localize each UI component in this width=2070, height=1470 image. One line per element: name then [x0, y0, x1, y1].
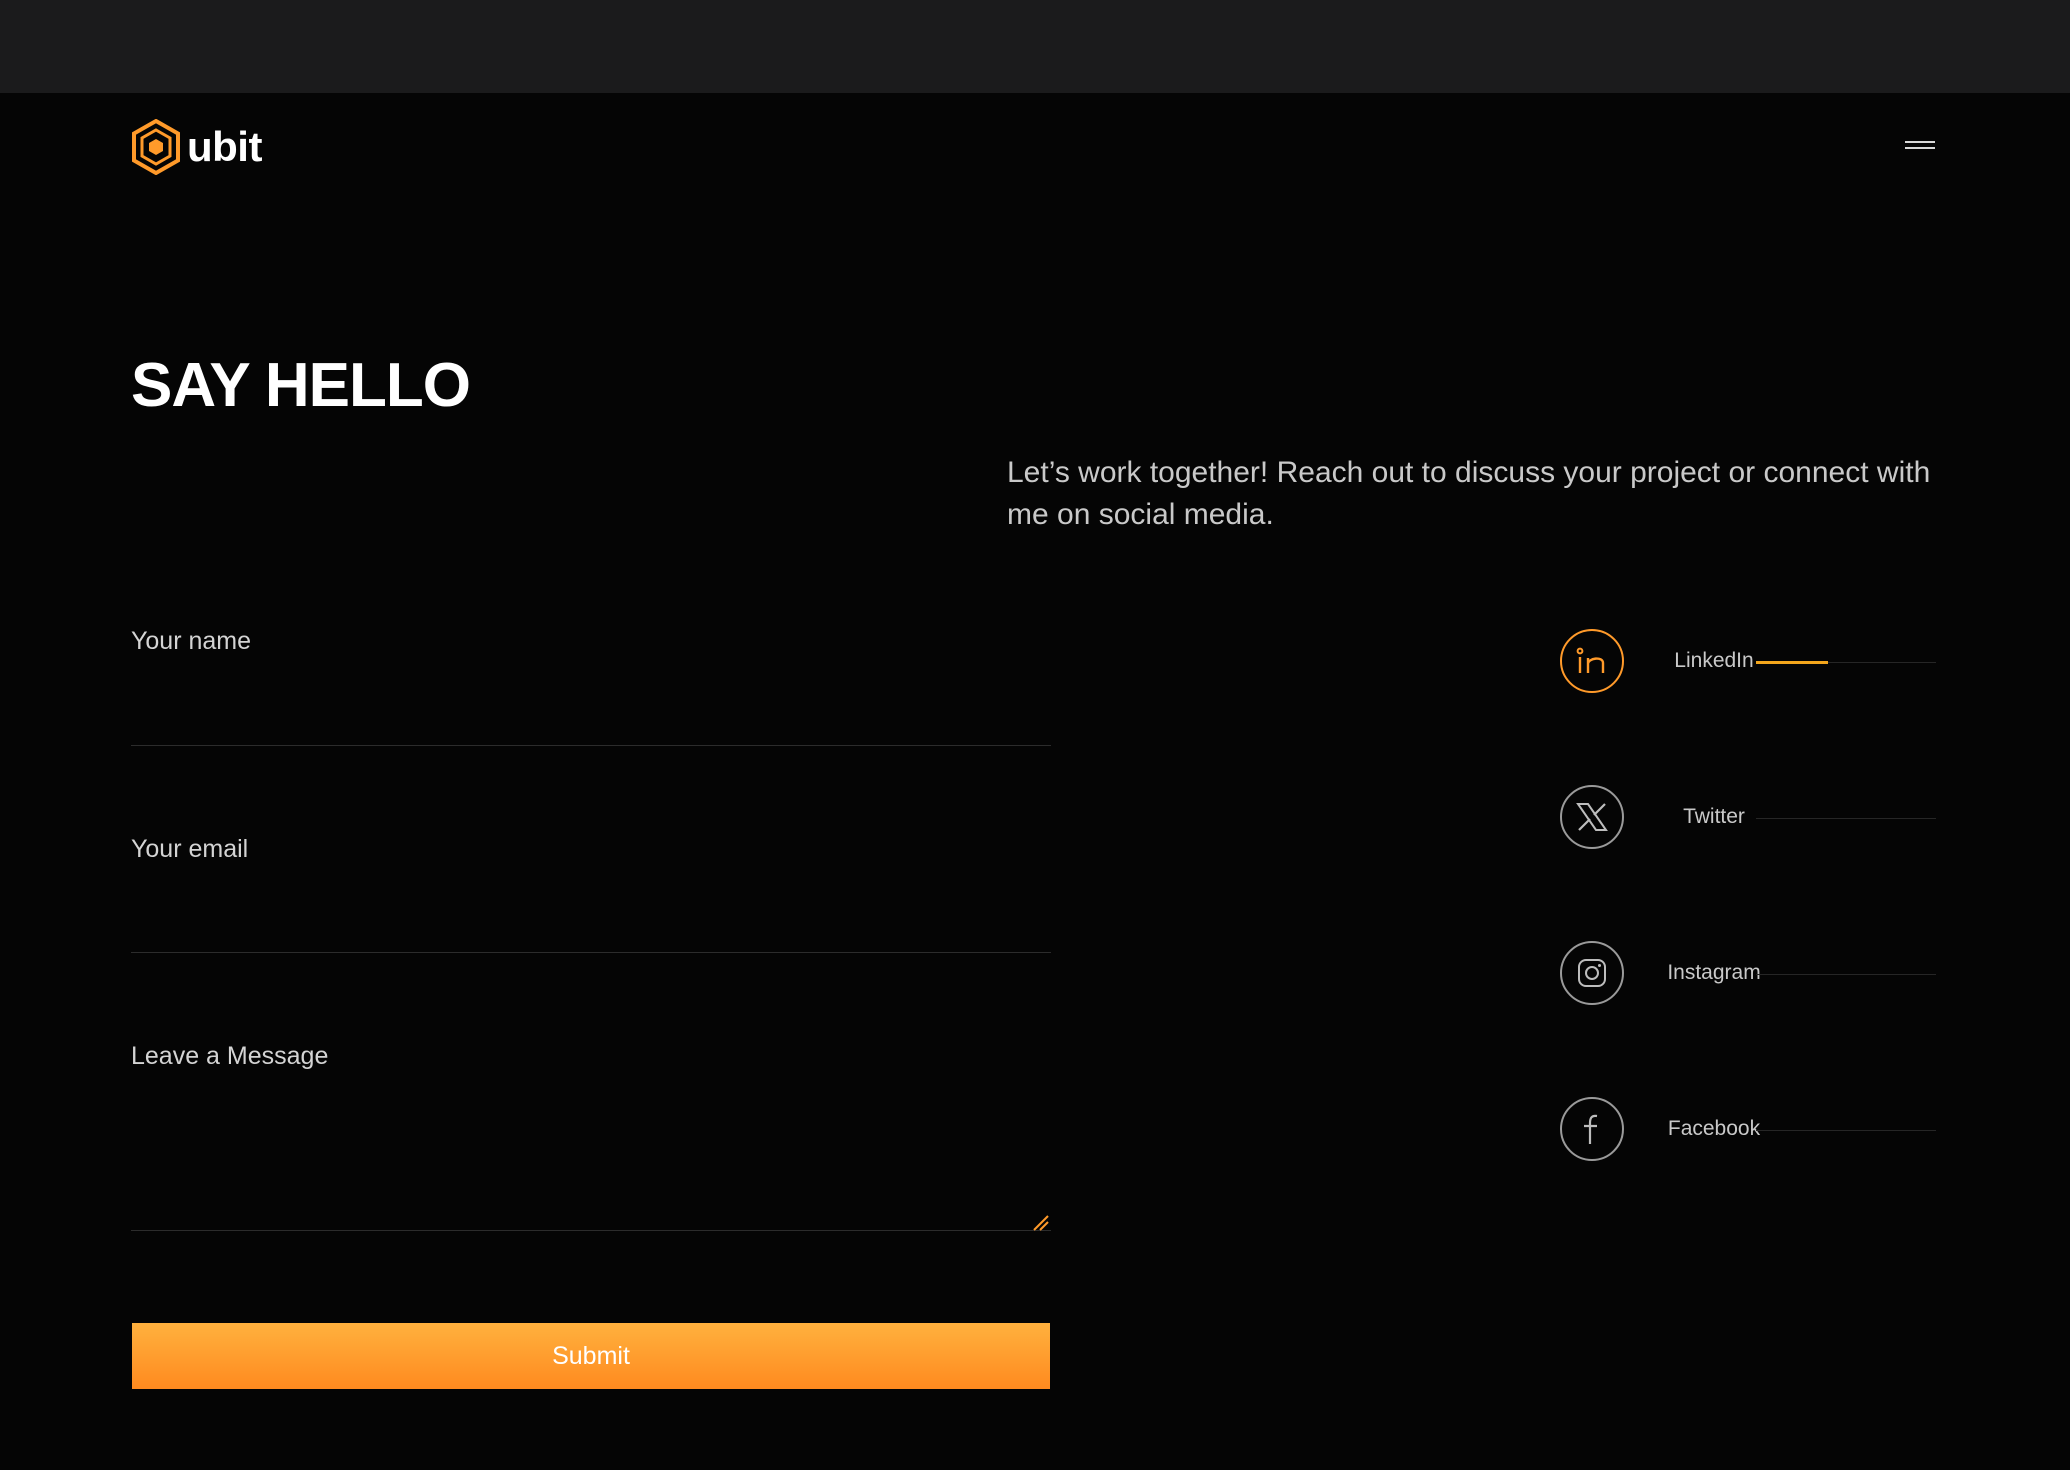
- social-link-linkedin[interactable]: LinkedIn: [1560, 629, 1940, 697]
- name-input[interactable]: [131, 695, 1051, 746]
- intro-text: Let’s work together! Reach out to discus…: [1007, 456, 1931, 531]
- progress-line: [1756, 974, 1936, 975]
- facebook-icon: [1560, 1097, 1624, 1161]
- social-link-instagram[interactable]: Instagram: [1560, 941, 1940, 1009]
- progress-line: [1756, 661, 1936, 664]
- linkedin-icon: [1560, 629, 1624, 693]
- x-twitter-icon: [1560, 785, 1624, 849]
- hexagon-logo-icon: [132, 119, 180, 175]
- logo[interactable]: ubit: [131, 119, 262, 175]
- social-link-twitter[interactable]: Twitter: [1560, 785, 1940, 853]
- social-label: Twitter: [1683, 805, 1745, 828]
- hamburger-line: [1905, 147, 1935, 149]
- email-label: Your email: [131, 835, 249, 863]
- page-title: SAY HELLO: [131, 351, 471, 420]
- social-link-facebook[interactable]: Facebook: [1560, 1097, 1940, 1165]
- hamburger-menu-button[interactable]: [1900, 137, 1940, 155]
- message-textarea[interactable]: [131, 1090, 1051, 1231]
- site-header: ubit: [0, 93, 2070, 203]
- name-label: Your name: [131, 627, 251, 655]
- progress-line: [1756, 1130, 1936, 1131]
- email-input[interactable]: [131, 902, 1051, 953]
- submit-button[interactable]: Submit: [132, 1323, 1050, 1389]
- browser-top-bar: [0, 0, 2070, 93]
- progress-fill: [1756, 661, 1828, 664]
- social-label: Instagram: [1667, 961, 1761, 984]
- progress-line: [1756, 818, 1936, 819]
- instagram-icon: [1560, 941, 1624, 1005]
- message-label: Leave a Message: [131, 1042, 329, 1070]
- logo-text: ubit: [187, 123, 262, 170]
- hamburger-line: [1905, 141, 1935, 143]
- social-label: Facebook: [1667, 1117, 1761, 1140]
- resize-handle-icon[interactable]: [1030, 1212, 1052, 1232]
